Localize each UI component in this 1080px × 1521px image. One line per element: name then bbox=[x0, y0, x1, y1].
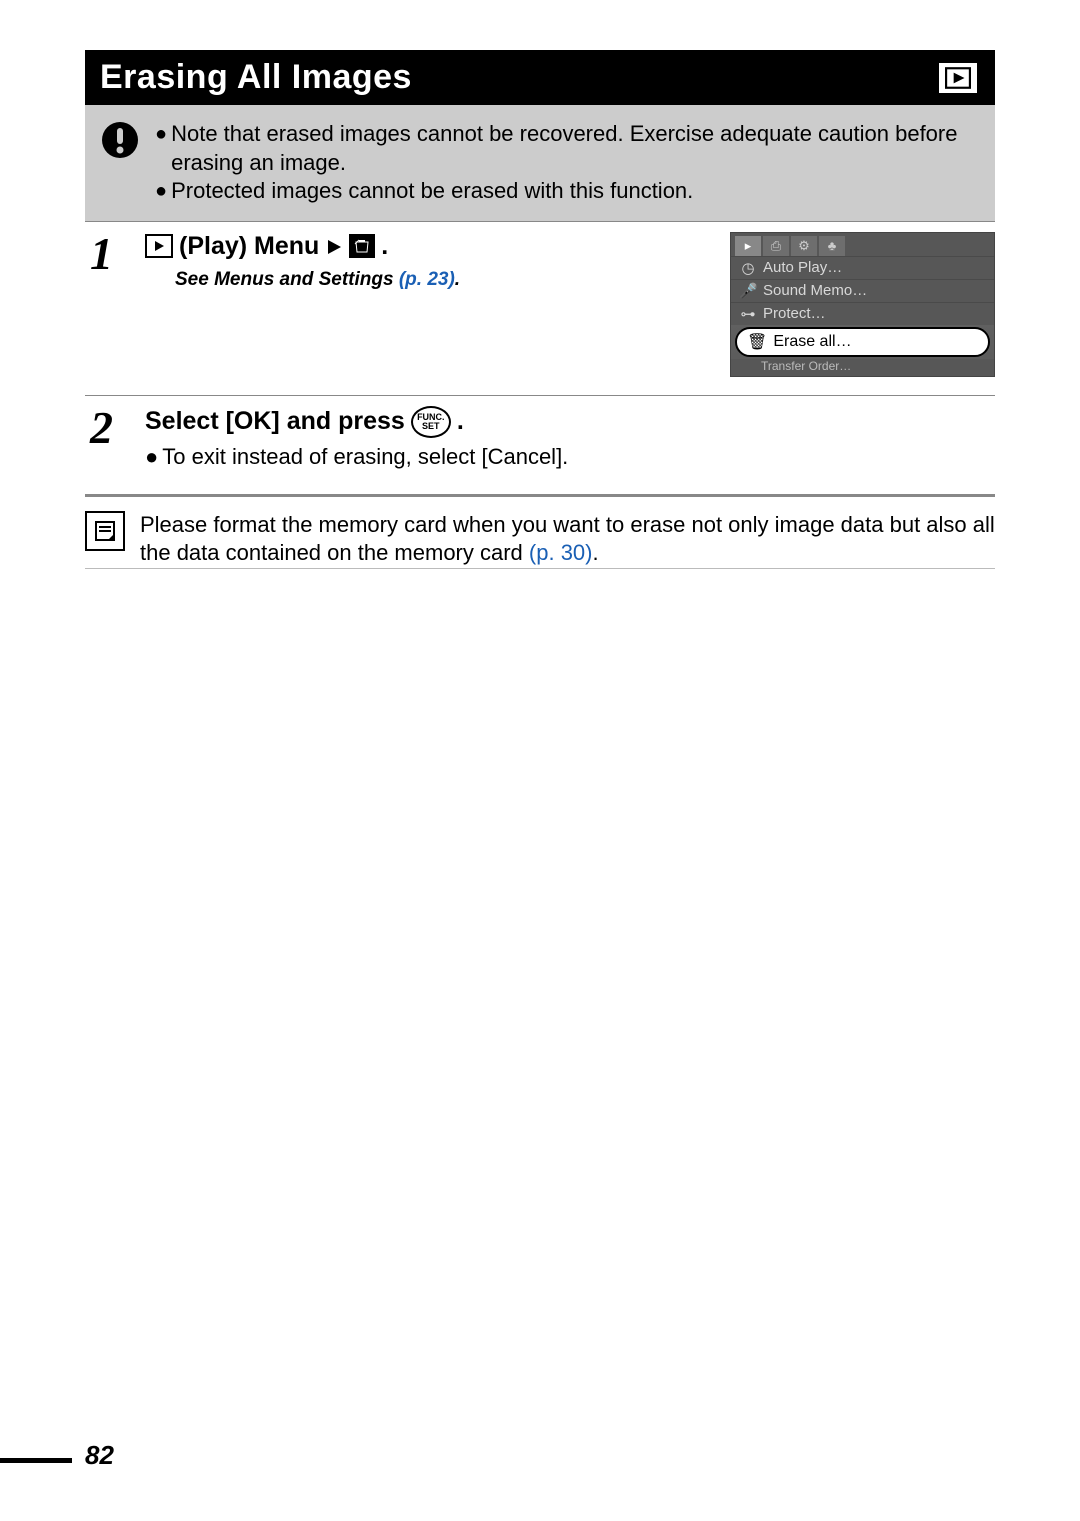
info-text: Please format the memory card when you w… bbox=[140, 511, 995, 568]
page-number-bar bbox=[0, 1458, 72, 1463]
play-icon bbox=[145, 234, 173, 258]
play-mode-icon bbox=[936, 60, 980, 96]
step-1: 1 (Play) Menu . bbox=[85, 221, 995, 395]
erase-all-chip-icon bbox=[349, 234, 375, 258]
subnote-prefix: See Menus and Settings bbox=[175, 269, 399, 290]
menu-item-auto-play: ◷Auto Play… bbox=[731, 256, 994, 279]
step-1-heading: (Play) Menu . bbox=[145, 232, 460, 261]
page-ref-link[interactable]: (p. 23) bbox=[399, 269, 455, 290]
bullet-icon: ● bbox=[155, 120, 167, 177]
bullet-icon: ● bbox=[155, 177, 167, 206]
step-2-body-text: To exit instead of erasing, select [Canc… bbox=[162, 444, 568, 470]
step-2-body: ● To exit instead of erasing, select [Ca… bbox=[145, 444, 995, 470]
menu-item-sound-memo: 🎤Sound Memo… bbox=[731, 279, 994, 302]
triangle-right-icon bbox=[325, 232, 343, 261]
memo-icon bbox=[85, 511, 125, 551]
page-number: 82 bbox=[85, 1440, 114, 1471]
page-ref-link[interactable]: (p. 30) bbox=[529, 540, 593, 565]
info-block: Please format the memory card when you w… bbox=[85, 494, 995, 569]
step-number: 2 bbox=[85, 396, 145, 488]
info-text-suffix: . bbox=[593, 540, 599, 565]
bullet-icon: ● bbox=[145, 444, 158, 470]
title-bar: Erasing All Images bbox=[85, 50, 995, 105]
step-number: 1 bbox=[85, 222, 145, 395]
step-2-heading: Select [OK] and press FUNC.SET . bbox=[145, 406, 995, 438]
camera-tab-play: ▸ bbox=[735, 236, 761, 256]
camera-tab-setup: ⚙ bbox=[791, 236, 817, 256]
caution-line-1: Note that erased images cannot be recove… bbox=[171, 120, 975, 177]
camera-tabs: ▸ ⎙ ⚙ ♣ bbox=[731, 233, 994, 256]
step-2: 2 Select [OK] and press FUNC.SET . ● To … bbox=[85, 395, 995, 488]
step-1-label: (Play) Menu bbox=[179, 232, 319, 261]
menu-item-protect: ⊶Protect… bbox=[731, 302, 994, 325]
menu-item-transfer-order: Transfer Order… bbox=[731, 359, 994, 376]
caution-line-2: Protected images cannot be erased with t… bbox=[171, 177, 693, 206]
period: . bbox=[381, 232, 388, 261]
exclamation-icon bbox=[100, 120, 140, 206]
caution-text: ●Note that erased images cannot be recov… bbox=[155, 120, 975, 206]
camera-menu-screenshot: ▸ ⎙ ⚙ ♣ ◷Auto Play… 🎤Sound Memo… ⊶Protec… bbox=[730, 232, 995, 377]
func-set-button-icon: FUNC.SET bbox=[411, 406, 451, 438]
subnote-suffix: . bbox=[455, 269, 460, 290]
camera-tab-print: ⎙ bbox=[763, 236, 789, 256]
camera-tab-mycam: ♣ bbox=[819, 236, 845, 256]
period: . bbox=[457, 407, 464, 436]
step-2-label: Select [OK] and press bbox=[145, 407, 405, 436]
caution-box: ●Note that erased images cannot be recov… bbox=[85, 105, 995, 221]
page-title: Erasing All Images bbox=[100, 58, 412, 97]
menu-item-erase-all: 🗑Erase all… bbox=[735, 327, 990, 357]
step-1-subnote: See Menus and Settings (p. 23). bbox=[175, 269, 460, 291]
